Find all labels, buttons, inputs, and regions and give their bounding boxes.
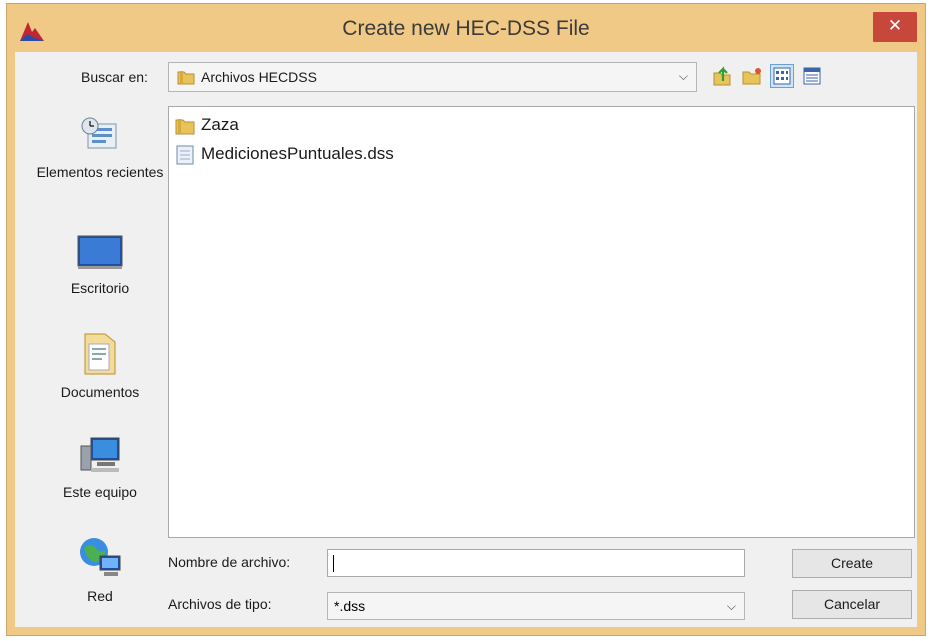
file-icon bbox=[176, 145, 194, 165]
place-this-pc[interactable]: Este equipo bbox=[35, 436, 165, 502]
list-view-icon[interactable] bbox=[770, 64, 794, 88]
filetype-label: Archivos de tipo: bbox=[168, 596, 272, 612]
place-label: Red bbox=[87, 588, 113, 604]
close-button[interactable]: ✕ bbox=[873, 12, 917, 42]
file-list[interactable]: Zaza MedicionesPuntuales.dss bbox=[168, 106, 915, 538]
filename-input[interactable] bbox=[327, 549, 745, 577]
details-view-icon[interactable] bbox=[801, 65, 823, 87]
look-in-value: Archivos HECDSS bbox=[201, 69, 317, 85]
place-network[interactable]: Red bbox=[35, 536, 165, 606]
cancel-button[interactable]: Cancelar bbox=[792, 590, 912, 619]
place-label: Documentos bbox=[60, 384, 140, 400]
chevron-down-icon: ⌵ bbox=[726, 599, 736, 613]
place-label: Este equipo bbox=[63, 484, 137, 500]
chevron-down-icon: ⌵ bbox=[678, 69, 688, 83]
dialog-window: Create new HEC-DSS File ✕ Buscar en: Arc… bbox=[6, 3, 926, 636]
places-bar: Elementos recientes Escritorio Documento… bbox=[35, 106, 165, 626]
folder-icon bbox=[175, 119, 195, 135]
computer-icon bbox=[80, 437, 120, 472]
title-bar[interactable]: Create new HEC-DSS File ✕ bbox=[7, 4, 925, 52]
text-caret bbox=[333, 555, 334, 572]
recent-items-icon bbox=[81, 117, 117, 149]
dialog-body: Buscar en: Archivos HECDSS ⌵ Elementos r… bbox=[15, 52, 917, 627]
place-label: Elementos recientes bbox=[36, 164, 164, 180]
documents-icon bbox=[84, 333, 116, 375]
filename-label: Nombre de archivo: bbox=[168, 554, 291, 570]
place-documents[interactable]: Documentos bbox=[35, 330, 165, 402]
file-name: Zaza bbox=[201, 115, 239, 134]
folder-icon bbox=[177, 71, 195, 85]
look-in-dropdown[interactable]: Archivos HECDSS ⌵ bbox=[168, 62, 697, 92]
up-folder-icon[interactable] bbox=[711, 65, 733, 87]
file-name: MedicionesPuntuales.dss bbox=[201, 144, 394, 163]
place-label: Escritorio bbox=[70, 280, 130, 296]
window-title: Create new HEC-DSS File bbox=[342, 17, 590, 40]
filetype-select[interactable]: *.dss ⌵ bbox=[327, 592, 745, 620]
network-icon bbox=[80, 538, 121, 576]
filetype-value: *.dss bbox=[334, 598, 366, 614]
new-folder-icon[interactable] bbox=[741, 65, 763, 87]
look-in-label: Buscar en: bbox=[81, 69, 148, 85]
desktop-icon bbox=[77, 235, 123, 269]
place-recent-items[interactable]: Elementos recientes bbox=[35, 114, 165, 182]
create-button[interactable]: Create bbox=[792, 549, 912, 578]
place-desktop[interactable]: Escritorio bbox=[35, 232, 165, 298]
